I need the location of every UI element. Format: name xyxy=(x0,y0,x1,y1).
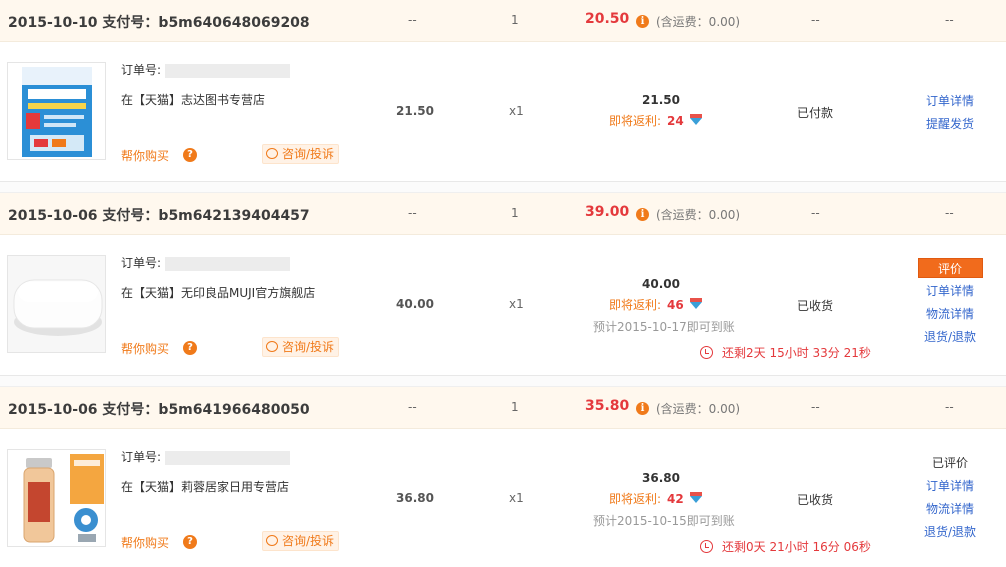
order-actions: 评价 订单详情 物流详情 退货/退款 xyxy=(917,258,983,349)
item-quantity: x1 xyxy=(509,297,524,311)
order-header: 2015-10-06 支付号：b5m642139404457 -- 1 39.0… xyxy=(0,193,1006,235)
order-number: 订单号: xyxy=(121,61,291,78)
header-quantity: 1 xyxy=(511,206,519,220)
help-question-icon[interactable]: ? xyxy=(183,148,197,162)
header-status-placeholder: -- xyxy=(811,13,820,27)
item-total: 36.80 xyxy=(642,471,680,485)
order-number: 订单号: xyxy=(121,254,291,271)
header-status-placeholder: -- xyxy=(811,206,820,220)
order-total: 35.80 xyxy=(585,398,630,414)
order-separator xyxy=(0,181,1006,193)
header-quantity: 1 xyxy=(511,13,519,27)
order-total: 20.50 xyxy=(585,11,630,27)
header-status-placeholder: -- xyxy=(811,400,820,414)
order-header: 2015-10-10 支付号：b5m640648069208 -- 1 20.5… xyxy=(0,0,1006,42)
order-card: 2015-10-10 支付号：b5m640648069208 -- 1 20.5… xyxy=(0,0,1006,181)
header-price-placeholder: -- xyxy=(408,400,417,414)
header-action-placeholder: -- xyxy=(945,13,954,27)
order-item: 订单号: 在【天猫】莉蓉居家日用专营店 帮你购买 ? 咨询/投诉 36.80 x… xyxy=(0,429,1006,567)
chat-bubble-icon xyxy=(266,341,278,352)
product-image-sponge[interactable] xyxy=(7,255,106,353)
order-actions: 已评价 订单详情 物流详情 退货/退款 xyxy=(917,452,983,544)
order-date-payment-id: 2015-10-06 支付号：b5m641966480050 xyxy=(8,402,310,418)
info-icon[interactable]: i xyxy=(636,208,649,221)
clock-icon xyxy=(700,346,713,359)
diamond-icon xyxy=(689,298,702,309)
countdown-timer: 还剩0天 21小时 16分 06秒 xyxy=(700,538,871,555)
clock-icon xyxy=(700,540,713,553)
order-date-payment-id: 2015-10-10 支付号：b5m640648069208 xyxy=(8,15,310,31)
order-status: 已收货 xyxy=(797,493,834,507)
order-card: 2015-10-06 支付号：b5m642139404457 -- 1 39.0… xyxy=(0,193,1006,375)
order-status: 已付款 xyxy=(797,106,834,120)
unit-price: 40.00 xyxy=(396,297,434,311)
consult-complaint-button[interactable]: 咨询/投诉 xyxy=(262,531,340,551)
rebate: 即将返利: 24 xyxy=(609,112,702,129)
order-details-link[interactable]: 订单详情 xyxy=(917,475,983,498)
info-icon[interactable]: i xyxy=(636,15,649,28)
item-total: 40.00 xyxy=(642,277,680,291)
order-actions: 订单详情 提醒发货 xyxy=(917,90,983,136)
chat-bubble-icon xyxy=(266,535,278,546)
order-item: 订单号: 在【天猫】志达图书专营店 帮你购买 ? 咨询/投诉 21.50 x1 … xyxy=(0,42,1006,181)
shop-name[interactable]: 在【天猫】志达图书专营店 xyxy=(121,91,265,108)
order-header: 2015-10-06 支付号：b5m641966480050 -- 1 35.8… xyxy=(0,387,1006,429)
countdown-timer: 还剩2天 15小时 33分 21秒 xyxy=(700,344,871,361)
order-item: 订单号: 在【天猫】无印良品MUJI官方旗舰店 帮你购买 ? 咨询/投诉 40.… xyxy=(0,235,1006,375)
shipping-fee: (含运费：0.00) xyxy=(656,208,741,222)
help-buy-link[interactable]: 帮你购买 xyxy=(121,534,169,551)
info-icon[interactable]: i xyxy=(636,402,649,415)
consult-complaint-button[interactable]: 咨询/投诉 xyxy=(262,337,340,357)
header-action-placeholder: -- xyxy=(945,400,954,414)
product-image-book[interactable] xyxy=(7,62,106,160)
unit-price: 21.50 xyxy=(396,104,434,118)
unit-price: 36.80 xyxy=(396,491,434,505)
shipping-fee: (含运费：0.00) xyxy=(656,402,741,416)
order-status: 已收货 xyxy=(797,299,834,313)
item-quantity: x1 xyxy=(509,491,524,505)
item-quantity: x1 xyxy=(509,104,524,118)
order-total: 39.00 xyxy=(585,204,630,220)
help-question-icon[interactable]: ? xyxy=(183,535,197,549)
expected-arrival: 预计2015-10-15即可到账 xyxy=(593,514,735,528)
order-details-link[interactable]: 订单详情 xyxy=(917,90,983,113)
chat-bubble-icon xyxy=(266,148,278,159)
order-card: 2015-10-06 支付号：b5m641966480050 -- 1 35.8… xyxy=(0,387,1006,567)
order-date-payment-id: 2015-10-06 支付号：b5m642139404457 xyxy=(8,208,310,224)
shop-name[interactable]: 在【天猫】莉蓉居家日用专营店 xyxy=(121,478,289,495)
remind-shipping-link[interactable]: 提醒发货 xyxy=(917,113,983,136)
diamond-icon xyxy=(689,114,702,125)
diamond-icon xyxy=(689,492,702,503)
shop-name[interactable]: 在【天猫】无印良品MUJI官方旗舰店 xyxy=(121,284,315,301)
order-separator xyxy=(0,375,1006,387)
expected-arrival: 预计2015-10-17即可到账 xyxy=(593,320,735,334)
help-buy-link[interactable]: 帮你购买 xyxy=(121,147,169,164)
header-price-placeholder: -- xyxy=(408,206,417,220)
product-image-bottle[interactable] xyxy=(7,449,106,547)
help-buy-link[interactable]: 帮你购买 xyxy=(121,340,169,357)
logistics-details-link[interactable]: 物流详情 xyxy=(917,498,983,521)
return-refund-link[interactable]: 退货/退款 xyxy=(917,326,983,349)
order-number: 订单号: xyxy=(121,448,291,465)
rebate: 即将返利: 42 xyxy=(609,490,702,507)
logistics-details-link[interactable]: 物流详情 xyxy=(917,303,983,326)
order-details-link[interactable]: 订单详情 xyxy=(917,280,983,303)
consult-complaint-button[interactable]: 咨询/投诉 xyxy=(262,144,340,164)
rebate: 即将返利: 46 xyxy=(609,296,702,313)
help-question-icon[interactable]: ? xyxy=(183,341,197,355)
item-total: 21.50 xyxy=(642,93,680,107)
return-refund-link[interactable]: 退货/退款 xyxy=(917,521,983,544)
reviewed-label: 已评价 xyxy=(931,456,968,470)
header-action-placeholder: -- xyxy=(945,206,954,220)
shipping-fee: (含运费：0.00) xyxy=(656,15,741,29)
header-quantity: 1 xyxy=(511,400,519,414)
header-price-placeholder: -- xyxy=(408,13,417,27)
review-button[interactable]: 评价 xyxy=(917,258,983,278)
